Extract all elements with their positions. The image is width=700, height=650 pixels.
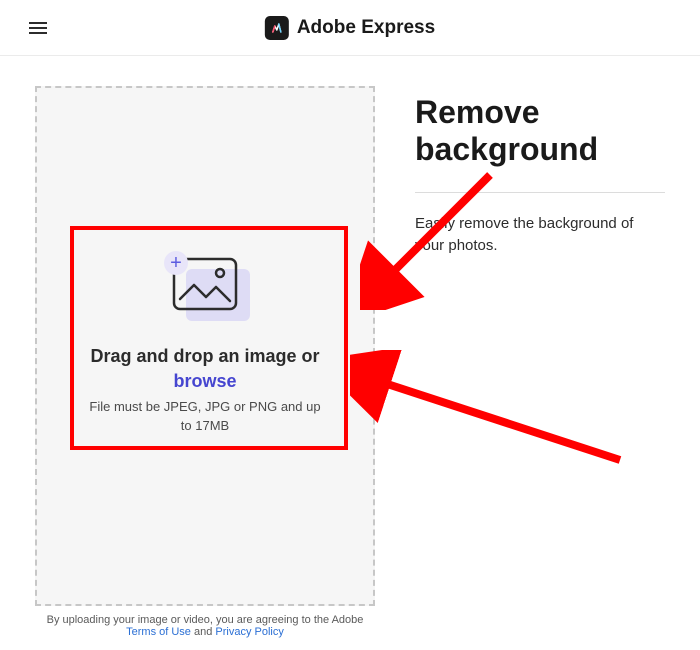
adobe-express-icon bbox=[265, 16, 289, 40]
privacy-link[interactable]: Privacy Policy bbox=[215, 626, 283, 638]
divider bbox=[415, 192, 665, 193]
disclaimer-text: By uploading your image or video, you ar… bbox=[47, 614, 364, 626]
upload-disclaimer: By uploading your image or video, you ar… bbox=[35, 614, 375, 638]
upload-inner: + Drag and drop an image or browse File … bbox=[65, 243, 345, 448]
info-panel: Remove background Easily remove the back… bbox=[415, 86, 665, 606]
disclaimer-and: and bbox=[191, 626, 215, 638]
upload-drop-zone[interactable]: + Drag and drop an image or browse File … bbox=[35, 86, 375, 606]
main-content: + Drag and drop an image or browse File … bbox=[0, 56, 700, 606]
page-description: Easily remove the background of your pho… bbox=[415, 213, 665, 258]
file-hint: File must be JPEG, JPG or PNG and up to … bbox=[85, 398, 325, 434]
hamburger-icon[interactable] bbox=[25, 15, 51, 41]
upload-title: Drag and drop an image or bbox=[85, 346, 325, 367]
upload-image-icon: + bbox=[172, 257, 238, 316]
page-title: Remove background bbox=[415, 94, 665, 168]
brand-name: Adobe Express bbox=[297, 17, 435, 39]
browse-link[interactable]: browse bbox=[85, 371, 325, 392]
brand-logo[interactable]: Adobe Express bbox=[265, 16, 435, 40]
terms-link[interactable]: Terms of Use bbox=[126, 626, 191, 638]
app-header: Adobe Express bbox=[0, 0, 700, 56]
